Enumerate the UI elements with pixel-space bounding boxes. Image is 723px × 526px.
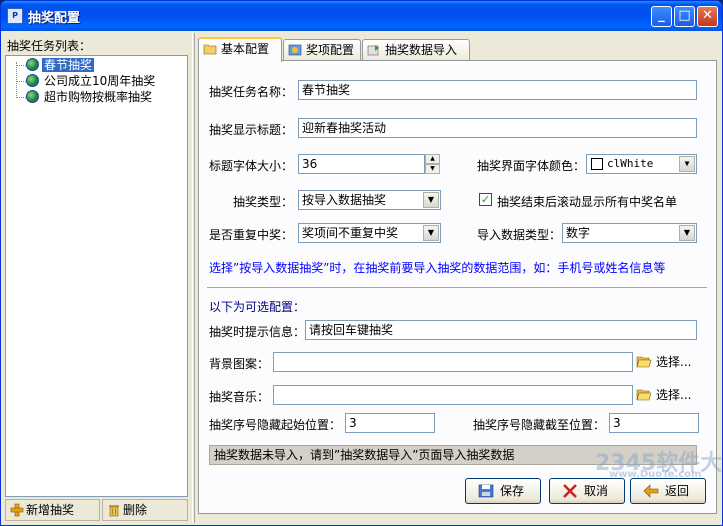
tab-label: 基本配置 xyxy=(221,42,270,56)
import-icon xyxy=(367,45,379,56)
music-input[interactable] xyxy=(273,385,633,405)
delete-task-label: 删除 xyxy=(123,503,148,517)
scroll-winners-label: 抽奖结束后滚动显示所有中奖名单 xyxy=(497,195,678,209)
tree-item-task[interactable]: 超市购物按概率抽奖 xyxy=(26,89,154,105)
globe-icon xyxy=(26,90,39,103)
plus-icon xyxy=(10,503,24,517)
tree-connector xyxy=(16,97,26,98)
tree-item-task[interactable]: 春节抽奖 xyxy=(26,57,95,73)
type-select[interactable]: 按导入数据抽奖 ▼ xyxy=(298,190,441,210)
import-type-value: 数字 xyxy=(566,226,591,240)
background-label: 背景图案： xyxy=(209,357,270,371)
delete-task-button[interactable]: 删除 xyxy=(102,499,188,521)
tab-label: 奖项配置 xyxy=(306,43,355,57)
task-list-buttons: 新增抽奖 删除 xyxy=(5,499,188,521)
cancel-label: 取消 xyxy=(584,484,609,498)
hide-start-input[interactable]: 3 xyxy=(345,413,435,433)
minimize-button[interactable]: _ xyxy=(651,6,672,27)
hide-end-label: 抽奖序号隐藏截至位置： xyxy=(473,418,606,432)
chevron-down-icon[interactable]: ▼ xyxy=(679,156,695,172)
add-task-button[interactable]: 新增抽奖 xyxy=(5,499,100,521)
chevron-down-icon[interactable]: ▼ xyxy=(679,225,695,241)
task-list-panel: 抽奖任务列表： 春节抽奖 公司成立10周年抽奖 超市购物按概率抽奖 新增抽奖 删… xyxy=(3,33,190,523)
save-icon xyxy=(478,484,494,498)
tree-item-task[interactable]: 公司成立10周年抽奖 xyxy=(26,73,157,89)
add-task-label: 新增抽奖 xyxy=(26,503,75,517)
trash-icon xyxy=(109,505,119,517)
color-swatch xyxy=(591,158,603,170)
tree-connector xyxy=(16,81,26,82)
save-button[interactable]: 保存 xyxy=(465,478,541,504)
tree-item-label: 春节抽奖 xyxy=(42,58,95,72)
folder-icon xyxy=(203,44,217,55)
import-hint-text: 选择”按导入数据抽奖”时，在抽奖前要导入抽奖的数据范围，如：手机号或姓名信息等 xyxy=(209,261,666,275)
back-label: 返回 xyxy=(665,484,690,498)
repeat-select[interactable]: 奖项间不重复中奖 ▼ xyxy=(298,223,441,243)
title-bar[interactable]: P 抽奖配置 _ □ ✕ xyxy=(1,1,722,31)
type-value: 按导入数据抽奖 xyxy=(302,193,387,207)
chevron-down-icon[interactable]: ▼ xyxy=(423,192,439,208)
repeat-value: 奖项间不重复中奖 xyxy=(302,226,399,240)
open-folder-icon xyxy=(636,389,652,401)
open-folder-icon xyxy=(636,356,652,368)
tab-data-import[interactable]: 抽奖数据导入 xyxy=(362,39,470,61)
hide-start-label: 抽奖序号隐藏起始位置： xyxy=(209,418,342,432)
spin-down-icon[interactable]: ▼ xyxy=(425,164,440,174)
app-icon: P xyxy=(7,8,23,24)
hide-end-input[interactable]: 3 xyxy=(609,413,699,433)
browse-label: 选择... xyxy=(656,355,692,369)
font-color-select[interactable]: clWhite ▼ xyxy=(586,154,697,174)
globe-icon xyxy=(26,74,39,87)
back-arrow-icon xyxy=(643,484,659,498)
cancel-button[interactable]: 取消 xyxy=(549,478,625,504)
font-size-input[interactable]: 36 xyxy=(298,154,425,174)
display-title-label: 抽奖显示标题： xyxy=(209,123,294,137)
import-type-select[interactable]: 数字 ▼ xyxy=(562,223,697,243)
spin-up-icon[interactable]: ▲ xyxy=(425,154,440,164)
cancel-x-icon xyxy=(563,484,577,498)
display-title-input[interactable]: 迎新春抽奖活动 xyxy=(298,118,697,138)
tab-basic-config[interactable]: 基本配置 xyxy=(198,37,282,62)
save-label: 保存 xyxy=(500,484,525,498)
tree-connector xyxy=(16,62,17,98)
task-name-input[interactable]: 春节抽奖 xyxy=(298,80,697,100)
browse-label: 选择... xyxy=(656,388,692,402)
chevron-down-icon[interactable]: ▼ xyxy=(423,225,439,241)
font-color-value: clWhite xyxy=(607,157,654,170)
optional-config-label: 以下为可选配置： xyxy=(209,300,306,314)
type-label: 抽奖类型： xyxy=(233,195,294,209)
import-type-label: 导入数据类型： xyxy=(477,228,562,242)
tree-item-label: 超市购物按概率抽奖 xyxy=(44,90,153,104)
section-divider xyxy=(207,287,707,289)
background-browse-button[interactable]: 选择... xyxy=(636,352,691,372)
repeat-label: 是否重复中奖： xyxy=(209,228,294,242)
config-window: P 抽奖配置 _ □ ✕ 抽奖任务列表： 春节抽奖 公司成立10周年抽奖 超市购… xyxy=(0,0,723,526)
tab-prize-config[interactable]: 奖项配置 xyxy=(283,39,361,61)
font-size-label: 标题字体大小： xyxy=(209,159,294,173)
task-list-label: 抽奖任务列表： xyxy=(7,39,92,53)
prompt-label: 抽奖时提示信息： xyxy=(209,325,306,339)
globe-icon xyxy=(26,58,39,71)
prompt-input[interactable]: 请按回车键抽奖 xyxy=(305,320,697,340)
font-color-label: 抽奖界面字体颜色： xyxy=(477,159,586,173)
task-tree[interactable]: 春节抽奖 公司成立10周年抽奖 超市购物按概率抽奖 xyxy=(5,55,188,497)
scroll-winners-checkbox[interactable]: ✓ xyxy=(479,193,492,206)
font-size-stepper[interactable]: ▲ ▼ xyxy=(425,154,440,174)
prize-icon xyxy=(288,44,302,56)
tree-item-label: 公司成立10周年抽奖 xyxy=(44,74,156,88)
background-input[interactable] xyxy=(273,352,633,372)
tab-label: 抽奖数据导入 xyxy=(385,43,458,57)
panel-splitter[interactable] xyxy=(192,33,195,523)
music-label: 抽奖音乐： xyxy=(209,390,270,404)
music-browse-button[interactable]: 选择... xyxy=(636,385,691,405)
task-name-label: 抽奖任务名称： xyxy=(209,85,294,99)
tree-connector xyxy=(16,65,26,66)
maximize-button[interactable]: □ xyxy=(674,6,695,27)
back-button[interactable]: 返回 xyxy=(630,478,706,504)
basic-config-panel: 抽奖任务名称： 春节抽奖 抽奖显示标题： 迎新春抽奖活动 标题字体大小： 36 … xyxy=(198,60,722,514)
window-title: 抽奖配置 xyxy=(28,11,81,26)
close-button[interactable]: ✕ xyxy=(697,6,718,27)
